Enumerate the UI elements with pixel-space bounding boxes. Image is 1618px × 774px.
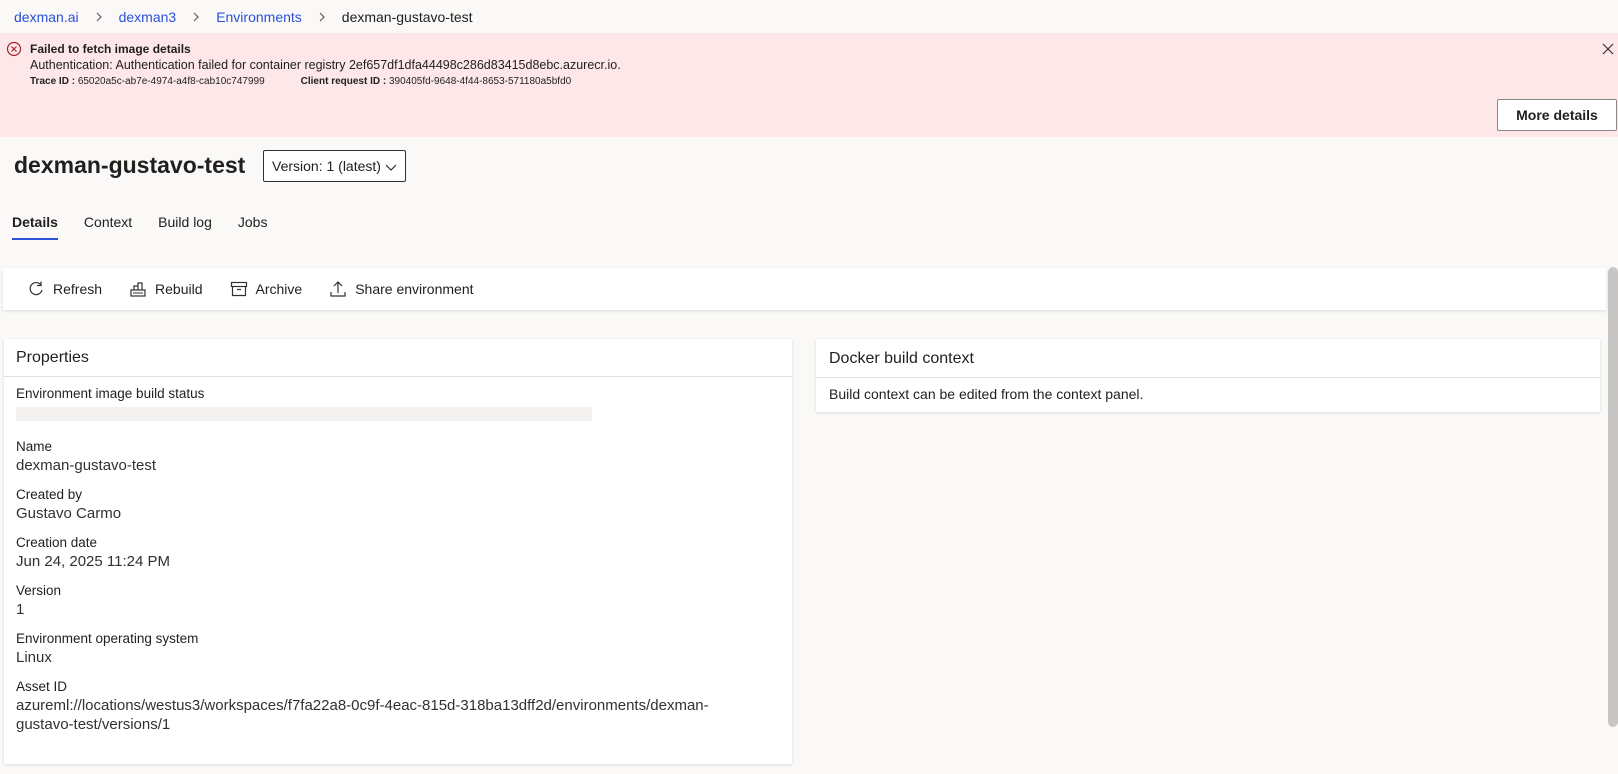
breadcrumb-link-environments[interactable]: Environments	[216, 9, 302, 25]
docker-build-context-header: Docker build context	[816, 339, 1600, 378]
created-by-value: Gustavo Carmo	[16, 505, 122, 522]
breadcrumb: dexman.ai dexman3 Environments dexman-gu…	[14, 0, 473, 33]
version-label: Version	[16, 583, 62, 598]
refresh-label: Refresh	[53, 281, 103, 297]
share-environment-button[interactable]: Share environment	[329, 280, 474, 298]
scrollbar-thumb[interactable]	[1608, 267, 1618, 727]
properties-header: Properties	[4, 339, 792, 377]
tab-build-log[interactable]: Build log	[158, 208, 212, 240]
page-title: dexman-gustavo-test	[14, 152, 246, 178]
trace-id: Trace ID : 65020a5c-ab7e-4974-a4f8-cab10…	[30, 76, 265, 87]
rebuild-label: Rebuild	[155, 281, 203, 297]
version-value: 1	[16, 601, 25, 618]
client-request-id-value: 390405fd-9648-4f44-8653-571180a5bfd0	[389, 76, 572, 87]
build-status-placeholder	[16, 407, 592, 421]
breadcrumb-current: dexman-gustavo-test	[341, 8, 473, 25]
banner-ids: Trace ID : 65020a5c-ab7e-4974-a4f8-cab10…	[30, 76, 571, 87]
breadcrumb-link-workspace-root[interactable]: dexman.ai	[14, 9, 79, 25]
asset-id-value-line-2: gustavo-test/versions/1	[16, 716, 171, 733]
version-dropdown-value: Version: 1 (latest)	[272, 158, 381, 174]
archive-label: Archive	[255, 281, 303, 297]
tab-jobs[interactable]: Jobs	[238, 208, 268, 240]
asset-id-label: Asset ID	[16, 679, 68, 694]
created-by-label: Created by	[16, 487, 83, 502]
tab-details[interactable]: Details	[12, 208, 58, 240]
properties-card: Properties Environment image build statu…	[4, 339, 792, 764]
banner-title: Failed to fetch image details	[30, 42, 191, 56]
creation-date-label: Creation date	[16, 535, 98, 550]
asset-id-value-line-1: azureml://locations/westus3/workspaces/f…	[16, 697, 709, 714]
archive-button[interactable]: Archive	[230, 280, 303, 298]
more-details-button[interactable]: More details	[1497, 99, 1617, 131]
archive-icon	[230, 281, 247, 297]
command-bar: Refresh Rebuild Archive Share environmen…	[3, 268, 1606, 310]
creation-date-value: Jun 24, 2025 11:24 PM	[16, 553, 170, 570]
trace-id-label: Trace ID :	[30, 76, 76, 87]
os-value: Linux	[16, 649, 52, 666]
client-request-id-label: Client request ID :	[300, 76, 387, 87]
chevron-right-icon	[193, 12, 200, 21]
rebuild-button[interactable]: Rebuild	[129, 280, 203, 298]
docker-build-context-body: Build context can be edited from the con…	[829, 386, 1144, 402]
refresh-icon	[29, 281, 43, 296]
version-dropdown[interactable]: Version: 1 (latest)	[263, 150, 406, 182]
breadcrumb-link-workspace[interactable]: dexman3	[119, 9, 177, 25]
tab-bar: Details Context Build log Jobs	[12, 208, 293, 240]
refresh-button[interactable]: Refresh	[27, 280, 102, 298]
chevron-right-icon	[319, 12, 325, 21]
trace-id-value: 65020a5c-ab7e-4974-a4f8-cab10c747999	[77, 76, 265, 87]
os-label: Environment operating system	[16, 631, 199, 646]
share-environment-label: Share environment	[355, 281, 474, 297]
chevron-down-icon	[385, 164, 397, 171]
docker-build-context-card: Docker build context Build context can b…	[816, 339, 1600, 412]
properties-body: Environment image build status Name dexm…	[4, 386, 792, 733]
name-value: dexman-gustavo-test	[16, 457, 157, 474]
name-label: Name	[16, 439, 53, 454]
chevron-right-icon	[96, 12, 102, 21]
error-circle-icon	[6, 41, 22, 57]
banner-message: Authentication: Authentication failed fo…	[30, 58, 621, 72]
tab-context[interactable]: Context	[84, 208, 132, 240]
share-icon	[330, 281, 346, 297]
rebuild-icon	[130, 282, 146, 297]
error-banner: Failed to fetch image details Authentica…	[0, 33, 1618, 137]
client-request-id: Client request ID : 390405fd-9648-4f44-8…	[301, 76, 572, 87]
close-icon[interactable]	[1600, 41, 1616, 57]
build-status-label: Environment image build status	[16, 386, 205, 401]
